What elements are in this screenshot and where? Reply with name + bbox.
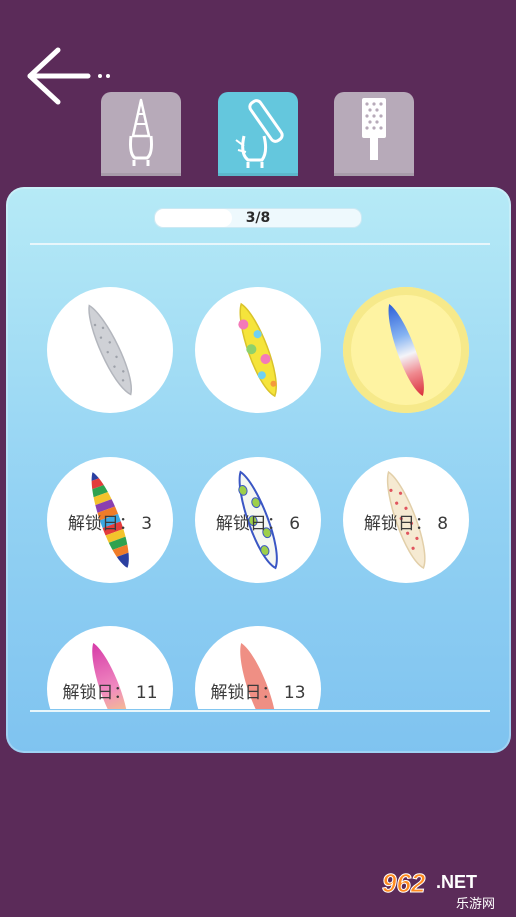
unlock-day-label: 解锁日： 8 xyxy=(363,514,449,534)
nail-buffer-icon xyxy=(362,98,386,160)
watermark-logo: 962 .NET 乐游网 xyxy=(376,866,512,913)
tab-nail-file[interactable] xyxy=(218,92,298,176)
blue-white-red-file-icon xyxy=(388,303,424,397)
yellow-floral-file-icon xyxy=(238,302,277,398)
unlock-day-label: 解锁日： 13 xyxy=(210,683,306,703)
nail-file-icon xyxy=(235,99,284,168)
item-slot-5[interactable]: 解锁日： 6 xyxy=(195,457,321,583)
bottom-divider xyxy=(30,710,490,712)
unlock-day-label: 解锁日： 3 xyxy=(67,514,153,534)
item-slot-1[interactable] xyxy=(47,287,173,413)
item-slot-6[interactable]: 解锁日： 8 xyxy=(343,457,469,583)
tab-nail-buffer[interactable] xyxy=(334,92,414,176)
item-slot-4[interactable]: 解锁日： 3 xyxy=(47,457,173,583)
unlock-day-label: 解锁日： 11 xyxy=(62,683,158,703)
item-grid: 解锁日： 3 解锁日： 6 解锁日： 8 解锁日： 11 解锁日： 13 xyxy=(6,187,511,709)
grey-file-icon xyxy=(88,304,132,396)
svg-text:乐游网: 乐游网 xyxy=(456,897,495,912)
svg-text:962: 962 xyxy=(382,868,426,898)
item-panel: 3/8 解锁日： 3 解锁日： 6 解锁日： 8 解锁日： 11 解锁日： 13 xyxy=(6,187,511,753)
item-slot-3[interactable] xyxy=(343,287,469,413)
item-slot-7[interactable]: 解锁日： 11 xyxy=(47,626,173,709)
svg-text:.NET: .NET xyxy=(436,872,477,892)
nail-shape-icon xyxy=(129,98,153,166)
item-slot-2[interactable] xyxy=(195,287,321,413)
tab-nail-shape[interactable] xyxy=(101,92,181,176)
unlock-day-label: 解锁日： 6 xyxy=(215,514,301,534)
item-slot-8[interactable]: 解锁日： 13 xyxy=(195,626,321,709)
